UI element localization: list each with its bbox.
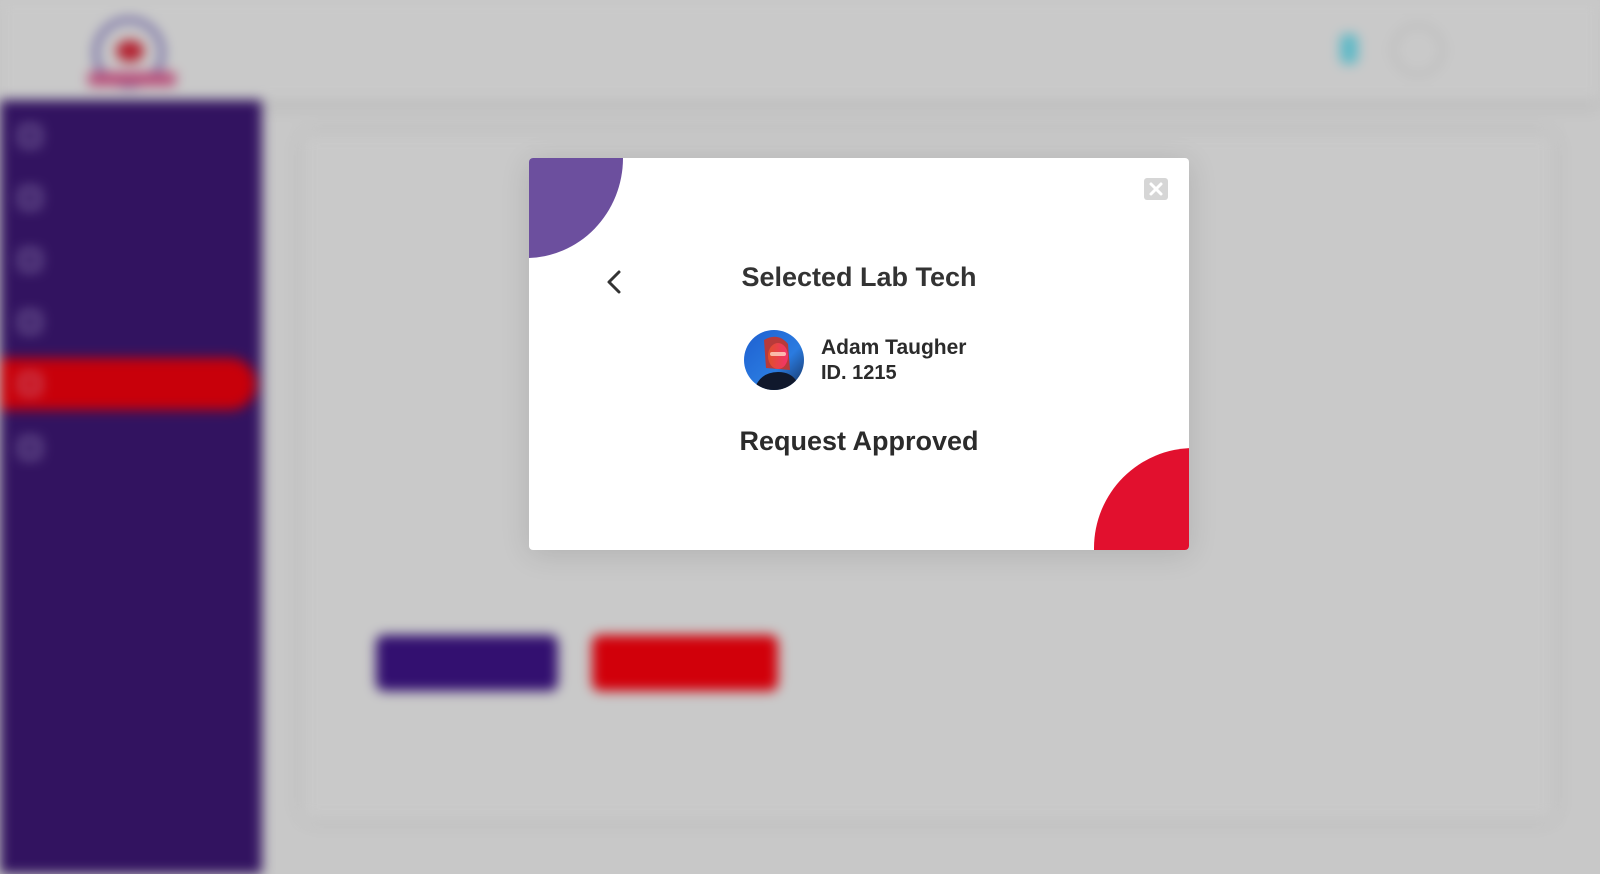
feedback-icon — [20, 438, 40, 458]
menu-icon — [20, 250, 40, 270]
reject-button — [592, 635, 778, 691]
lab-tech-id: ID. 1215 — [821, 362, 897, 384]
decorative-blob-purple — [529, 158, 623, 258]
top-header — [0, 0, 1600, 100]
sidebar-item — [0, 110, 262, 162]
decorative-blob-red — [1094, 448, 1189, 550]
avatar-photo — [744, 330, 804, 390]
lab-tech-avatar — [744, 330, 804, 390]
menu-icon — [20, 374, 40, 394]
sidebar — [0, 100, 262, 874]
user-avatar — [1392, 24, 1444, 76]
modal-title: Selected Lab Tech — [741, 262, 977, 292]
sidebar-item — [0, 422, 262, 474]
notification-icon — [1340, 34, 1358, 64]
sidebar-item — [0, 172, 262, 224]
user-icon — [20, 312, 40, 332]
lab-tech-modal: Selected Lab Tech Adam Taugher ID. 1215 — [529, 158, 1189, 550]
request-status-text: Request Approved — [739, 426, 979, 456]
close-icon — [1149, 182, 1163, 196]
dashboard-icon — [20, 126, 40, 146]
lab-tech-name: Adam Taugher — [821, 336, 967, 359]
sidebar-item — [0, 234, 262, 286]
sidebar-item — [0, 296, 262, 348]
approve-button — [376, 635, 558, 691]
menu-icon — [20, 188, 40, 208]
close-button[interactable] — [1144, 178, 1168, 200]
sidebar-item-active — [0, 358, 256, 410]
app-logo — [82, 14, 178, 90]
